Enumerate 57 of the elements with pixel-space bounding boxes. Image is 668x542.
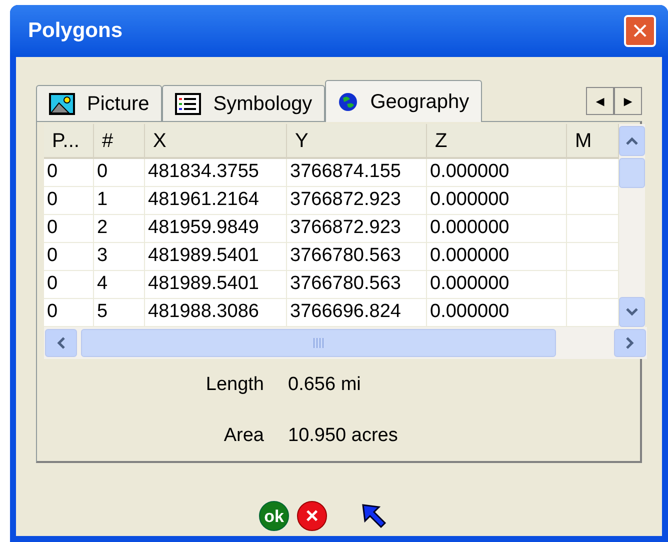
chevron-left-icon — [57, 337, 65, 349]
chevron-down-icon — [626, 308, 638, 316]
column-header[interactable]: Y — [287, 124, 427, 159]
table-cell: 0.000000 — [427, 215, 567, 243]
table-cell: 481834.3755 — [145, 159, 287, 187]
table-cell: 0.000000 — [427, 187, 567, 215]
vertical-scrollbar[interactable] — [619, 124, 645, 327]
table-cell: 2 — [94, 215, 145, 243]
table-cell: 481959.9849 — [145, 215, 287, 243]
table-cell: 0.000000 — [427, 159, 567, 187]
scrollbar-thumb[interactable] — [619, 158, 645, 188]
table-cell: 0 — [44, 243, 94, 271]
table-cell: 3766872.923 — [287, 215, 427, 243]
column-header[interactable]: # — [94, 124, 145, 159]
table-cell: 3766780.563 — [287, 243, 427, 271]
globe-icon — [338, 92, 358, 112]
tab-scroll-button[interactable]: ► — [614, 87, 642, 115]
chevron-up-icon — [626, 137, 638, 145]
table-cell: 0.000000 — [427, 243, 567, 271]
tab[interactable]: Geography — [325, 80, 482, 122]
chevron-right-icon — [626, 337, 634, 349]
table-cell: 481961.2164 — [145, 187, 287, 215]
table-cell: 4 — [94, 271, 145, 299]
tab-scroll-button[interactable]: ◄ — [586, 87, 614, 115]
list-icon — [175, 92, 202, 114]
cancel-button[interactable]: × — [297, 501, 327, 531]
window-title: Polygons — [28, 18, 123, 44]
table-cell: 0 — [44, 271, 94, 299]
table-cell: 0 — [44, 159, 94, 187]
measure-value: 10.950 acres — [288, 424, 399, 448]
ok-button[interactable]: ok — [259, 501, 289, 531]
table-cell: 0 — [44, 215, 94, 243]
measure-value: 0.656 mi — [288, 373, 362, 397]
table-cell: 3766874.155 — [287, 159, 427, 187]
grip-icon — [312, 338, 324, 348]
table-cell: 481989.5401 — [145, 243, 287, 271]
column-header[interactable]: M — [567, 124, 619, 159]
table-cell: 3 — [94, 243, 145, 271]
table-cell: 0 — [44, 187, 94, 215]
tab[interactable]: Picture — [36, 85, 162, 121]
pointer-button[interactable] — [359, 501, 389, 531]
column-header[interactable]: X — [145, 124, 287, 159]
column-header[interactable]: Z — [427, 124, 567, 159]
table-cell: 3766780.563 — [287, 271, 427, 299]
landscape-picture-icon — [49, 92, 75, 114]
table-cell: 481989.5401 — [145, 271, 287, 299]
measure-label: Area — [222, 424, 264, 448]
column-header[interactable]: P... — [44, 124, 94, 159]
table-cell: 0.000000 — [427, 271, 567, 299]
measure-label: Length — [204, 373, 264, 397]
close-button[interactable]: × — [624, 15, 656, 47]
table-cell: 3766872.923 — [287, 187, 427, 215]
horizontal-scrollbar[interactable] — [44, 327, 647, 359]
tab[interactable]: Symbology — [162, 85, 326, 121]
table-cell: 0 — [94, 159, 145, 187]
arrow-icon — [361, 503, 387, 529]
table-cell: 1 — [94, 187, 145, 215]
